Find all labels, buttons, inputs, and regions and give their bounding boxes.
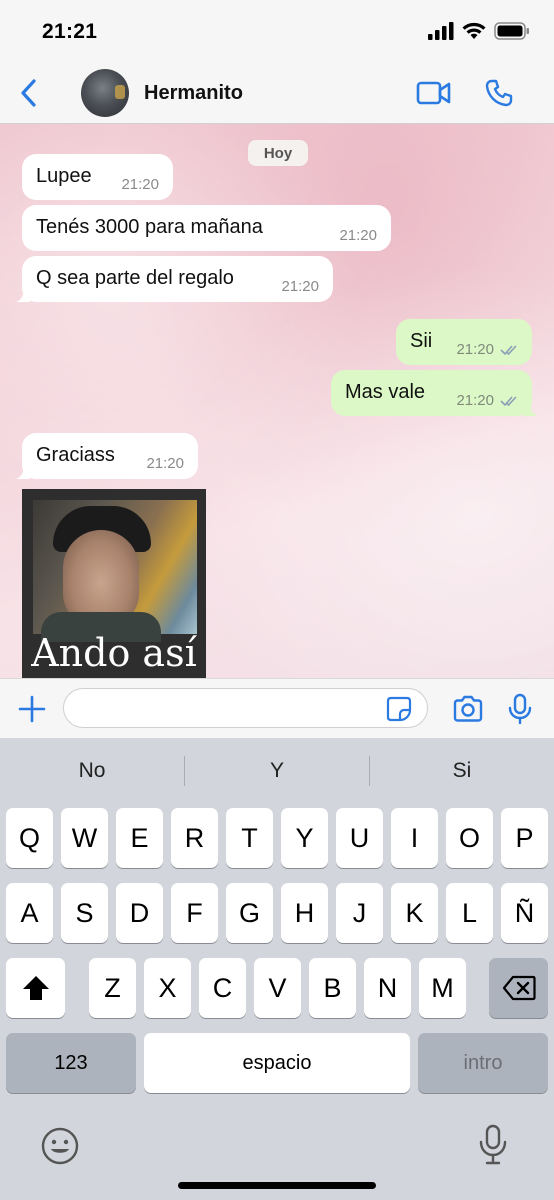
key-x[interactable]: X <box>144 958 191 1018</box>
key-i[interactable]: I <box>391 808 438 868</box>
chat-area[interactable]: Hoy Lupee 21:20 Tenés 3000 para mañana 2… <box>0 124 554 678</box>
status-icons <box>428 22 530 40</box>
key-l[interactable]: L <box>446 883 493 943</box>
message-text: Q sea parte del regalo <box>36 267 234 289</box>
shift-key[interactable] <box>6 958 65 1018</box>
key-v[interactable]: V <box>254 958 301 1018</box>
back-chevron-icon <box>21 79 36 107</box>
key-d[interactable]: D <box>116 883 163 943</box>
chat-header: Hermanito <box>0 62 554 124</box>
key-n[interactable]: N <box>364 958 411 1018</box>
date-chip: Hoy <box>248 140 308 166</box>
message-time: 21:20 <box>456 341 494 358</box>
message-time: 21:20 <box>456 392 494 409</box>
video-call-button[interactable] <box>414 76 454 110</box>
home-indicator[interactable] <box>178 1182 376 1189</box>
bubble-tail <box>16 288 30 302</box>
message-text: Sii <box>410 330 433 352</box>
backspace-icon <box>502 975 536 1001</box>
phone-call-button[interactable] <box>482 76 516 110</box>
signal-icon <box>428 22 454 40</box>
back-button[interactable] <box>14 76 42 110</box>
camera-button[interactable] <box>450 691 486 727</box>
message-bubble-outgoing[interactable]: Mas vale 21:20 <box>331 370 538 416</box>
key-q[interactable]: Q <box>6 808 53 868</box>
bubble-tail <box>524 402 538 416</box>
wifi-icon <box>462 22 486 39</box>
key-r[interactable]: R <box>171 808 218 868</box>
message-time: 21:20 <box>121 176 159 193</box>
suggestion-item[interactable]: No <box>0 754 184 788</box>
suggestion-item[interactable]: Y <box>185 754 369 788</box>
camera-icon <box>453 695 483 722</box>
space-key[interactable]: espacio <box>144 1033 410 1093</box>
contact-name[interactable]: Hermanito <box>144 82 243 105</box>
battery-icon <box>494 22 529 40</box>
sticker-message[interactable]: Ando así <box>22 489 206 678</box>
emoji-icon[interactable] <box>40 1126 80 1166</box>
read-ticks-icon <box>500 345 517 356</box>
suggestion-bar: No Y Si <box>0 738 554 804</box>
key-u[interactable]: U <box>336 808 383 868</box>
key-h[interactable]: H <box>281 883 328 943</box>
message-bubble-incoming[interactable]: Tenés 3000 para mañana 21:20 <box>22 205 391 251</box>
key-m[interactable]: M <box>419 958 466 1018</box>
message-text: Mas vale <box>345 381 426 403</box>
key-s[interactable]: S <box>61 883 108 943</box>
message-text: Tenés 3000 para mañana <box>36 216 263 238</box>
key-j[interactable]: J <box>336 883 383 943</box>
key-t[interactable]: T <box>226 808 273 868</box>
dictation-microphone-icon[interactable] <box>478 1124 508 1166</box>
voice-note-button[interactable] <box>504 691 536 727</box>
key-p[interactable]: P <box>501 808 548 868</box>
message-bubble-incoming[interactable]: Lupee 21:20 <box>22 154 173 200</box>
sticker-photo <box>33 500 197 642</box>
key-f[interactable]: F <box>171 883 218 943</box>
message-bubble-outgoing[interactable]: Sii 21:20 <box>396 319 532 365</box>
read-ticks-icon <box>500 396 517 407</box>
sticker-icon[interactable] <box>386 696 412 722</box>
message-text: Graciass <box>36 444 115 466</box>
video-call-icon <box>416 81 451 105</box>
key-g[interactable]: G <box>226 883 273 943</box>
message-time: 21:20 <box>281 278 319 295</box>
key-w[interactable]: W <box>61 808 108 868</box>
key-z[interactable]: Z <box>89 958 136 1018</box>
key-e[interactable]: E <box>116 808 163 868</box>
phone-icon <box>485 79 513 107</box>
message-bubble-incoming[interactable]: Q sea parte del regalo 21:20 <box>16 256 333 302</box>
message-text: Lupee <box>36 165 92 187</box>
sticker-caption: Ando así <box>31 631 197 675</box>
return-key[interactable]: intro <box>418 1033 548 1093</box>
avatar[interactable] <box>81 69 129 117</box>
shift-icon <box>22 976 49 1000</box>
microphone-icon <box>508 693 532 725</box>
plus-icon <box>18 695 46 723</box>
key-k[interactable]: K <box>391 883 438 943</box>
numbers-key[interactable]: 123 <box>6 1033 136 1093</box>
message-bubble-incoming[interactable]: Graciass 21:20 <box>16 433 198 479</box>
key-o[interactable]: O <box>446 808 493 868</box>
key-a[interactable]: A <box>6 883 53 943</box>
key-c[interactable]: C <box>199 958 246 1018</box>
message-input[interactable] <box>63 688 428 728</box>
bubble-tail <box>16 465 30 479</box>
keyboard: No Y Si Q W E R T Y U I O P A S D F G H … <box>0 738 554 1200</box>
key-b[interactable]: B <box>309 958 356 1018</box>
message-input-bar <box>0 678 554 738</box>
message-time: 21:20 <box>146 455 184 472</box>
key-enye[interactable]: Ñ <box>501 883 548 943</box>
backspace-key[interactable] <box>489 958 548 1018</box>
attach-button[interactable] <box>14 691 50 727</box>
message-time: 21:20 <box>339 227 377 244</box>
status-bar: 21:21 <box>0 0 554 62</box>
status-time: 21:21 <box>42 20 98 43</box>
key-y[interactable]: Y <box>281 808 328 868</box>
suggestion-item[interactable]: Si <box>370 754 554 788</box>
